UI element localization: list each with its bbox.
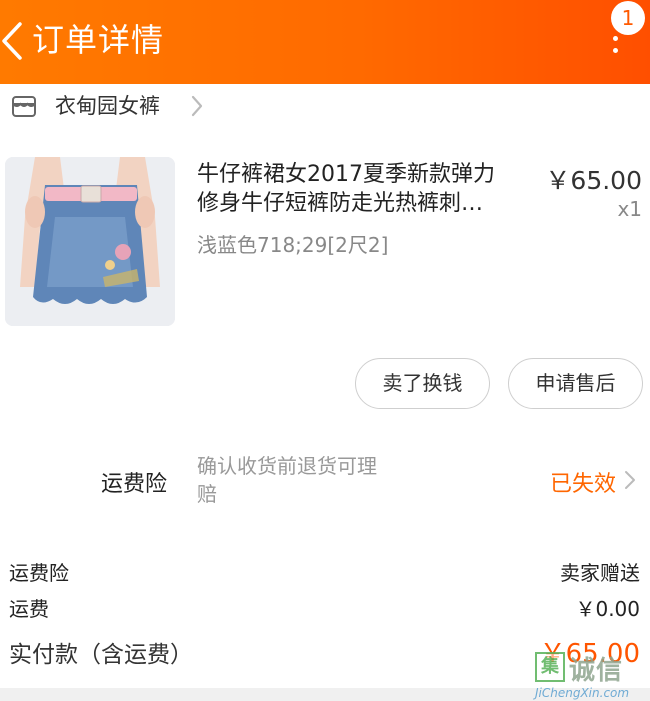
insurance-desc-line1: 确认收货前退货可理 — [197, 454, 377, 478]
summary-value-insurance: 卖家赠送 — [560, 561, 640, 585]
sell-for-cash-button[interactable]: 卖了换钱 — [355, 358, 490, 409]
header-bar: 订单详情 1 — [0, 0, 650, 84]
product-title-line1: 牛仔裤裙女2017夏季新款弹力 — [197, 162, 495, 187]
shipping-insurance-description: 确认收货前退货可理 赔 — [197, 452, 437, 508]
insurance-desc-line2: 赔 — [197, 482, 217, 506]
more-vertical-icon — [613, 36, 618, 41]
product-photo — [5, 157, 175, 326]
summary-label-shipping: 运费 — [9, 597, 49, 621]
product-variant: 浅蓝色718;29[2尺2] — [197, 233, 389, 257]
insurance-status-link[interactable]: 已失效 — [530, 462, 650, 498]
back-button[interactable] — [0, 14, 30, 68]
after-sale-button[interactable]: 申请售后 — [508, 358, 643, 409]
chevron-left-icon — [2, 22, 22, 60]
insurance-status: 已失效 — [549, 472, 616, 497]
shop-row[interactable]: 衣甸园女裤 — [0, 84, 650, 130]
notification-badge[interactable]: 1 — [611, 1, 645, 35]
summary-label-insurance: 运费险 — [9, 561, 69, 585]
product-price: ￥65.00 — [545, 166, 642, 195]
page-title: 订单详情 — [32, 21, 165, 59]
product-title[interactable]: 牛仔裤裙女2017夏季新款弹力 修身牛仔短裤防走光热裤刺… — [197, 160, 527, 218]
watermark-box: 集 — [535, 652, 565, 682]
watermark-text: 诚信 — [569, 656, 624, 686]
watermark-logo: 集 诚信 JiChengXin.com — [535, 650, 650, 701]
shop-name: 衣甸园女裤 — [55, 94, 160, 118]
chevron-right-icon — [191, 95, 203, 117]
more-vertical-icon-dot — [613, 48, 618, 53]
total-paid-label: 实付款（含运费） — [9, 642, 193, 668]
store-icon — [12, 96, 36, 117]
shipping-insurance-label: 运费险 — [101, 472, 168, 497]
chevron-right-icon — [625, 471, 635, 489]
product-title-line2: 修身牛仔短裤防走光热裤刺… — [197, 191, 484, 216]
watermark-url: JiChengXin.com — [535, 686, 630, 700]
product-quantity: x1 — [617, 197, 642, 221]
product-image[interactable] — [5, 157, 175, 326]
summary-value-shipping: ￥0.00 — [575, 597, 640, 621]
